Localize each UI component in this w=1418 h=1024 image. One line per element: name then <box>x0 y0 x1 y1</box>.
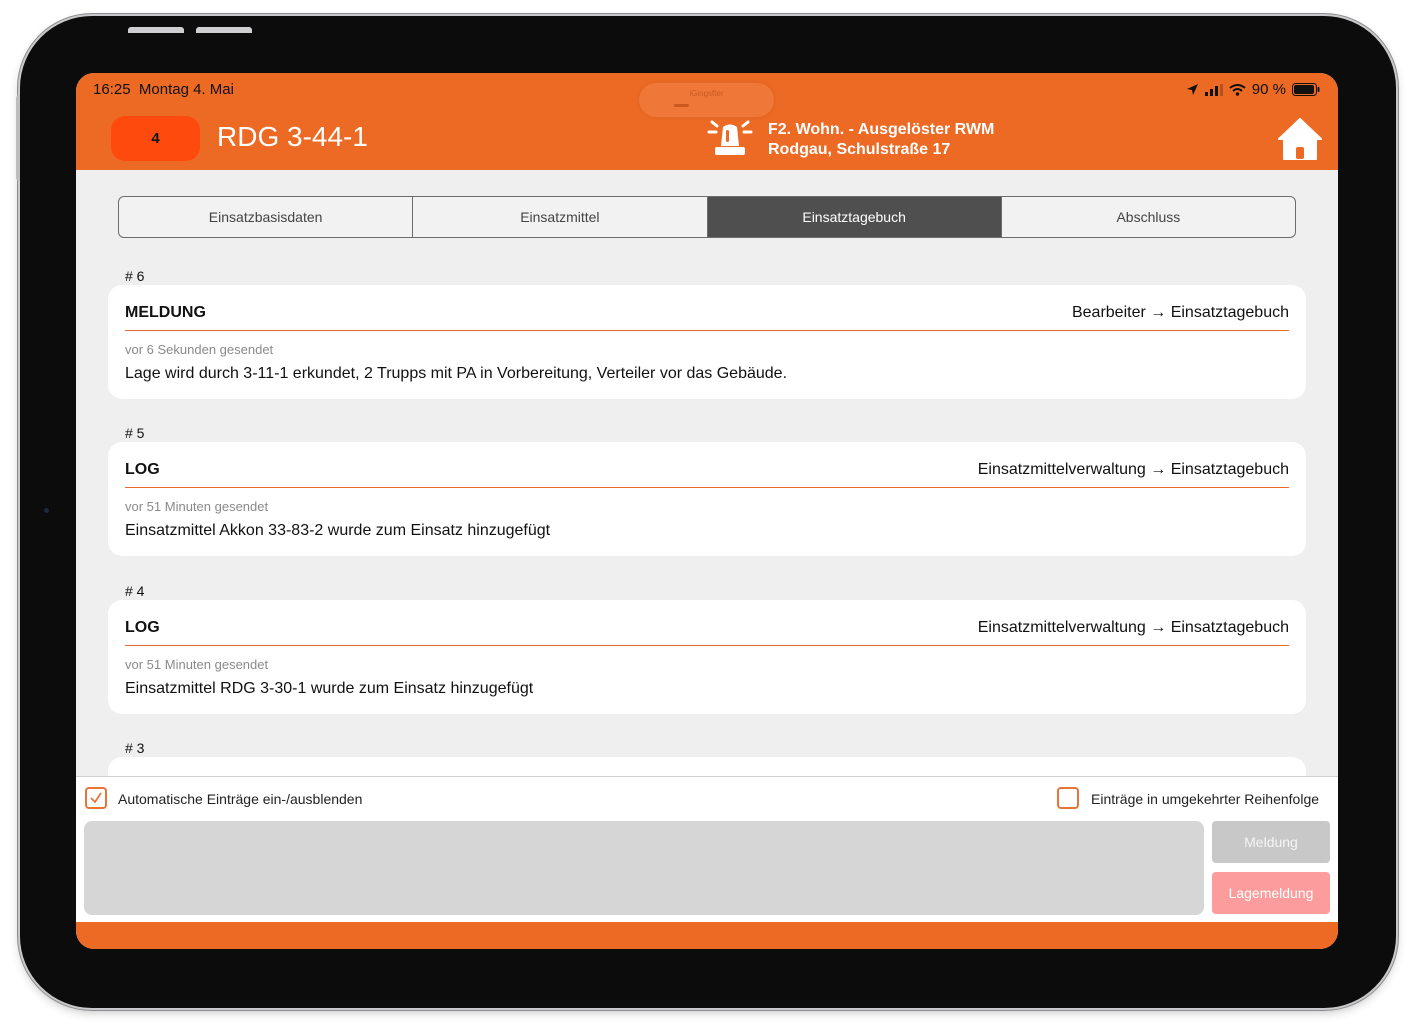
entry-message: Lage wird durch 3-11-1 erkundet, 2 Trupp… <box>125 365 788 382</box>
entry-route: Einsatzmittelverwaltung → Einsatztagebuc… <box>977 461 1289 478</box>
auto-entries-label: Automatische Einträge ein-/ausblenden <box>118 791 363 807</box>
entry-timestamp: vor 51 Minuten gesendet <box>125 499 269 514</box>
journal-entry-card[interactable]: LOG Einsatzmittelverwaltung → Einsatztag… <box>108 442 1306 556</box>
battery-icon <box>1292 83 1320 96</box>
tab-abschluss[interactable]: Abschluss <box>1002 197 1295 237</box>
entry-number: # 3 <box>125 740 145 756</box>
tab-einsatztagebuch[interactable]: Einsatztagebuch <box>707 197 1002 237</box>
entry-type: MELDUNG <box>125 304 206 321</box>
status-time: 16:25 <box>93 81 131 98</box>
journal-entry-card[interactable]: LOG Einsatzmittelverwaltung → Einsatztag… <box>108 600 1306 714</box>
multitasking-pill: iGingsfter <box>639 83 774 117</box>
entry-message: Einsatzmittel RDG 3-30-1 wurde zum Einsa… <box>125 680 534 697</box>
pill-text: iGingsfter <box>689 89 724 98</box>
status-bar-clock: 16:25 Montag 4. Mai <box>93 81 234 98</box>
alarm-address: Rodgau, Schulstraße 17 <box>768 141 951 158</box>
tab-einsatzbasisdaten[interactable]: Einsatzbasisdaten <box>119 197 414 237</box>
alarm-keyword: F2. Wohn. - Ausgelöster RWM <box>768 121 995 138</box>
compose-panel: Automatische Einträge ein-/ausblenden Ei… <box>76 776 1338 923</box>
volume-button <box>196 27 252 33</box>
home-icon[interactable] <box>1277 117 1323 161</box>
lagemeldung-button[interactable]: Lagemeldung <box>1212 872 1330 914</box>
tab-bar: Einsatzbasisdaten Einsatzmittel Einsatzt… <box>118 196 1296 238</box>
siren-icon <box>707 120 753 155</box>
entry-timestamp: vor 51 Minuten gesendet <box>125 657 269 672</box>
entry-message: Einsatzmittel Akkon 33-83-2 wurde zum Ei… <box>125 522 551 539</box>
app-screen: 16:25 Montag 4. Mai 90 % iGingsfter 4 RD… <box>76 73 1338 949</box>
status-date: Montag 4. Mai <box>138 81 234 98</box>
entry-divider <box>125 330 1289 331</box>
camera-dot <box>44 508 49 513</box>
entry-timestamp: vor 6 Sekunden gesendet <box>125 342 274 357</box>
volume-button <box>128 27 184 33</box>
entry-type: LOG <box>125 461 160 478</box>
journal-entry-card[interactable]: MELDUNG Bearbeiter → Einsatztagebuch vor… <box>108 285 1306 399</box>
location-arrow-icon <box>1186 84 1198 95</box>
tab-einsatzmittel[interactable]: Einsatzmittel <box>413 197 708 237</box>
message-input[interactable] <box>84 821 1204 915</box>
meldung-button[interactable]: Meldung <box>1212 821 1330 863</box>
incident-count-badge[interactable]: 4 <box>111 116 200 161</box>
app-header: 16:25 Montag 4. Mai 90 % iGingsfter 4 RD… <box>76 73 1338 170</box>
entry-route: Bearbeiter → Einsatztagebuch <box>1071 304 1289 321</box>
footer-bar <box>76 922 1338 949</box>
battery-percentage: 90 % <box>1251 81 1286 98</box>
entry-number: # 5 <box>125 425 145 441</box>
unit-title: RDG 3-44-1 <box>217 121 368 152</box>
entry-divider <box>125 645 1289 646</box>
checkmark-icon <box>90 792 102 804</box>
cellular-signal-icon <box>1204 83 1223 96</box>
alarm-info: F2. Wohn. - Ausgelöster RWM Rodgau, Schu… <box>768 120 994 160</box>
wifi-icon <box>1229 83 1246 96</box>
entry-number: # 6 <box>125 268 145 284</box>
reverse-order-checkbox[interactable] <box>1057 787 1079 809</box>
reverse-order-label: Einträge in umgekehrter Reihenfolge <box>1091 791 1320 807</box>
entry-type: LOG <box>125 619 160 636</box>
entry-number: # 4 <box>125 583 145 599</box>
entry-divider <box>125 487 1289 488</box>
auto-entries-checkbox[interactable] <box>85 787 107 809</box>
power-button <box>16 95 20 181</box>
entry-route: Einsatzmittelverwaltung → Einsatztagebuc… <box>977 619 1289 636</box>
status-bar-indicators: 90 % <box>1186 81 1320 98</box>
